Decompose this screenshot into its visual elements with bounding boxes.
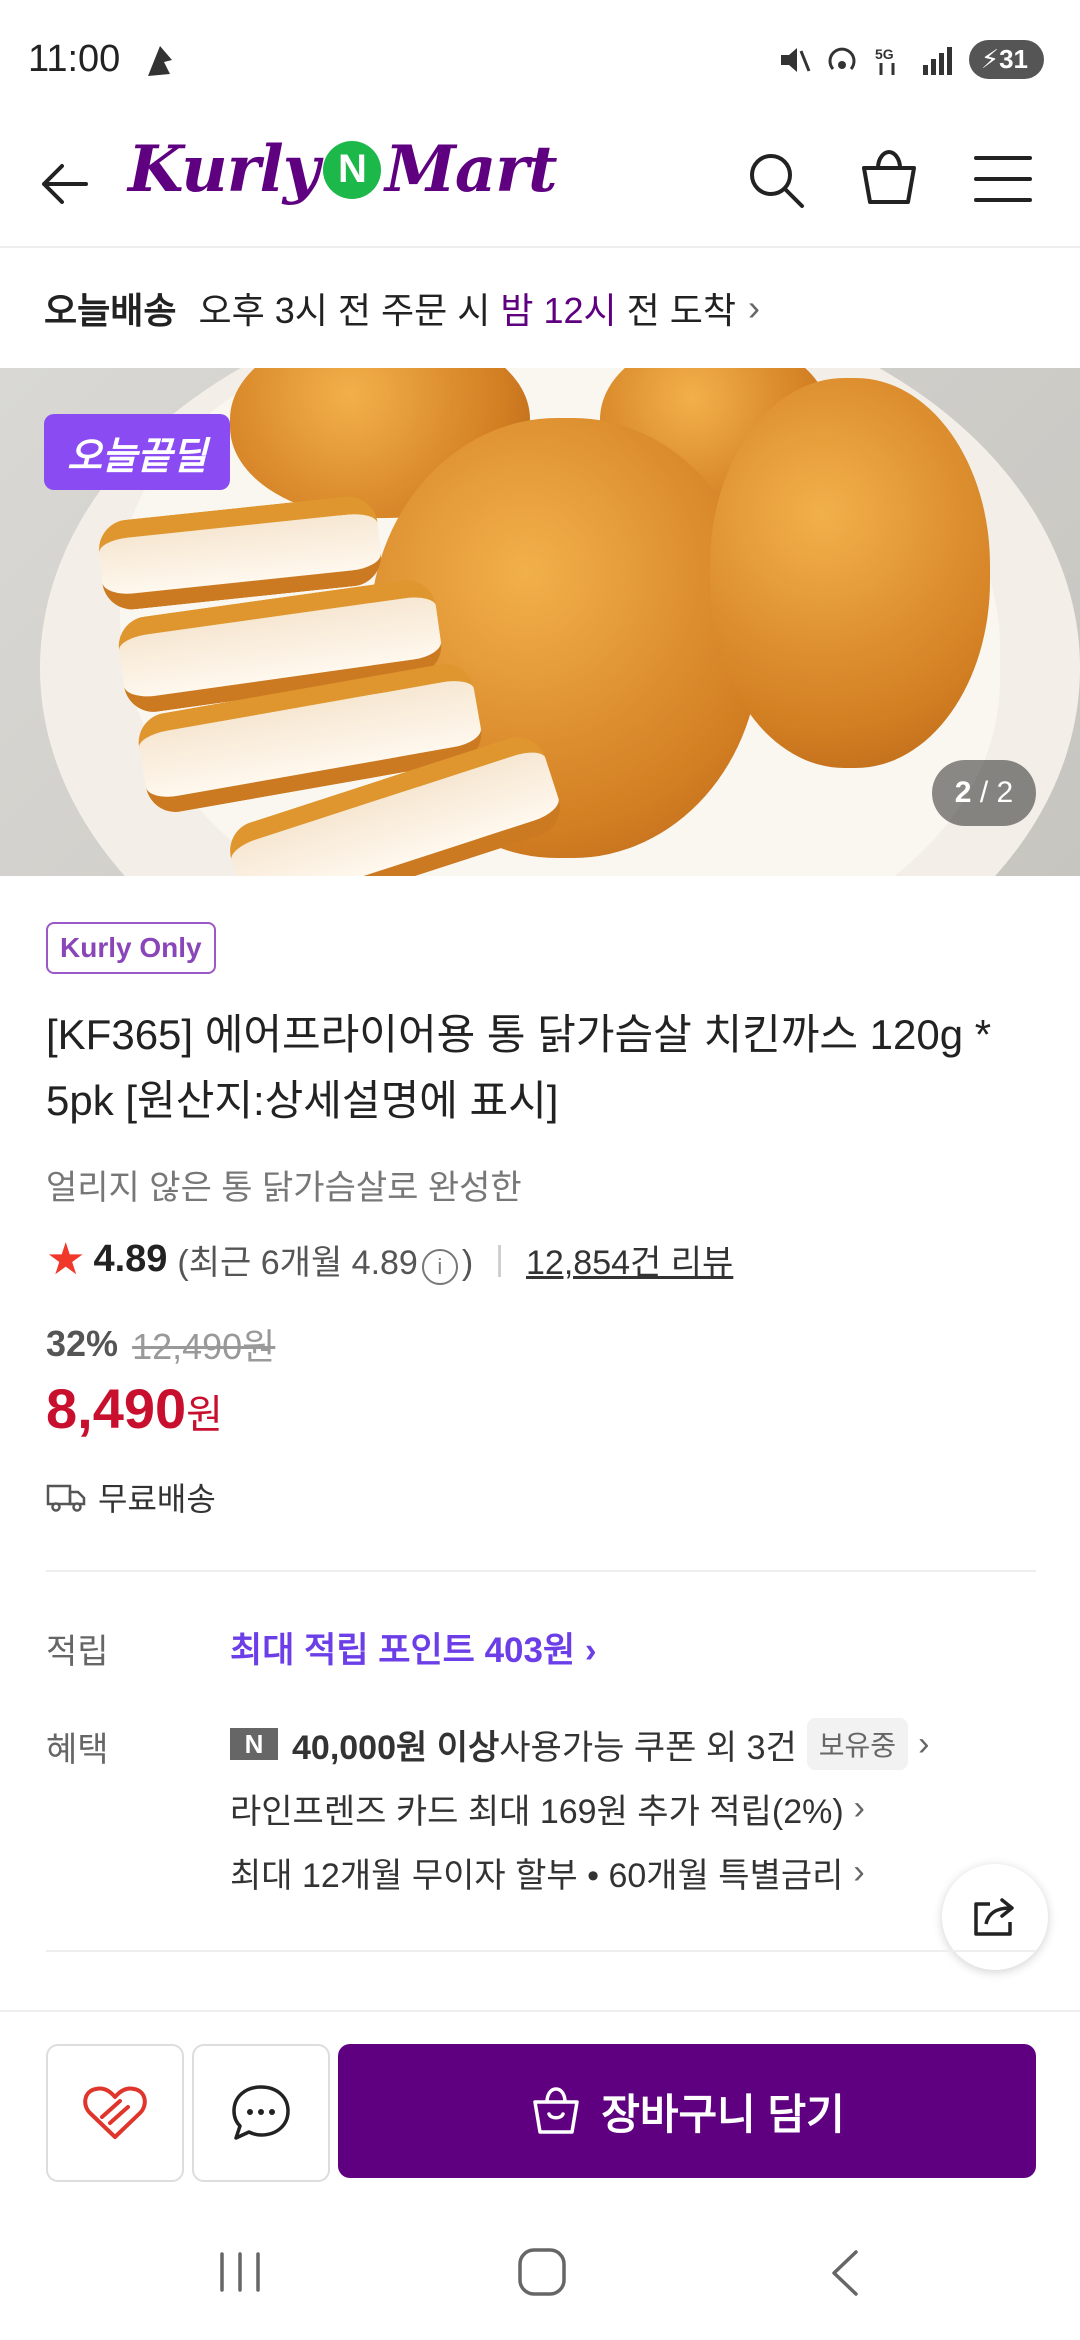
app-header: Kurly N Mart	[0, 120, 1080, 248]
coupon-text: 사용가능 쿠폰 외 3건	[499, 1728, 797, 1767]
menu-icon[interactable]	[974, 154, 1032, 204]
status-icons: 5G ⚡31	[777, 40, 1044, 79]
product-subtitle: 얼리지 않은 통 닭가슴살로 완성한	[46, 1169, 522, 1207]
original-price: 12,490원	[132, 1326, 276, 1367]
add-to-cart-button[interactable]: 장바구니 담기	[338, 2044, 1036, 2178]
wishlist-button[interactable]	[46, 2044, 184, 2182]
chevron-right-icon: ›	[748, 287, 761, 328]
today-deal-badge: 오늘끝딜	[44, 414, 230, 490]
chat-bubble-icon	[232, 2085, 290, 2140]
max-points-link[interactable]: 최대 적립 포인트 403원 ›	[230, 1622, 597, 1673]
installment-benefit[interactable]: 최대 12개월 무이자 할부 • 60개월 특별금리 ›	[230, 1848, 865, 1897]
svg-text:5G: 5G	[875, 46, 894, 62]
shipping-text: 무료배송	[98, 1481, 216, 1517]
card-benefit-text: 라인프렌즈 카드 최대 169원 추가 적립(2%)	[230, 1793, 844, 1831]
cutlet-illustration	[710, 378, 990, 768]
chevron-right-icon: ›	[918, 1724, 930, 1763]
status-bar: 11:00 5G ⚡31	[0, 0, 1080, 120]
chevron-right-icon: ›	[853, 1853, 865, 1891]
bottom-action-bar: 장바구니 담기	[0, 2010, 1080, 2202]
image-counter: 2 / 2	[932, 760, 1036, 826]
mute-icon	[780, 47, 811, 72]
add-to-cart-label: 장바구니 담기	[601, 2090, 845, 2138]
delivery-text: 오후 3시 전 주문 시 밤 12시 전 도착	[198, 290, 737, 331]
discount-rate: 32%	[46, 1323, 119, 1364]
cart-icon[interactable]	[858, 148, 920, 210]
recent-apps-icon[interactable]	[216, 2250, 266, 2294]
5g-icon: 5G	[875, 46, 895, 75]
discount-row: 32% 12,490원	[46, 1318, 275, 1370]
inquiry-button[interactable]	[192, 2044, 330, 2182]
kurly-mart-logo[interactable]: Kurly N Mart	[128, 132, 558, 207]
reviews-link[interactable]: 12,854건 리뷰	[526, 1235, 733, 1284]
kurly-only-tag: Kurly Only	[46, 922, 216, 974]
star-icon: ★	[46, 1235, 86, 1284]
delivery-banner[interactable]: 오늘배송 오후 3시 전 주문 시 밤 12시 전 도착 ›	[0, 248, 1080, 368]
rewards-label: 적립	[46, 1633, 109, 1671]
coupon-benefit[interactable]: N 40,000원 이상 사용가능 쿠폰 외 3건 보유중 ›	[230, 1718, 929, 1770]
hotspot-icon	[828, 47, 856, 70]
owned-badge: 보유중	[806, 1718, 909, 1770]
sale-price: 8,490원	[46, 1377, 223, 1440]
card-benefit[interactable]: 라인프렌즈 카드 최대 169원 추가 적립(2%) ›	[230, 1784, 865, 1833]
status-time: 11:00	[28, 38, 121, 80]
coupon-threshold: 40,000원 이상	[292, 1728, 500, 1767]
chevron-right-icon: ›	[853, 1789, 865, 1827]
home-icon[interactable]	[516, 2246, 568, 2298]
battery-indicator: ⚡31	[968, 40, 1044, 79]
back-nav-icon[interactable]	[826, 2248, 866, 2298]
signal-icon	[922, 46, 952, 75]
rating-score: 4.89	[93, 1238, 168, 1280]
share-button[interactable]	[942, 1864, 1048, 1970]
info-icon[interactable]: i	[421, 1248, 458, 1285]
system-nav-bar	[0, 2200, 1080, 2340]
installment-text: 최대 12개월 무이자 할부 • 60개월 특별금리	[230, 1857, 844, 1895]
divider	[46, 1570, 1036, 1572]
divider	[46, 1950, 1036, 1952]
rating-row: ★ 4.89 (최근 6개월 4.89 i) | 12,854건 리뷰	[46, 1234, 733, 1285]
benefits-label: 혜택	[46, 1731, 109, 1769]
back-arrow-icon[interactable]	[40, 162, 90, 206]
product-title: [KF365] 에어프라이어용 통 닭가슴살 치킨까스 120g * 5pk […	[46, 1011, 992, 1124]
shopping-bag-icon	[533, 2087, 579, 2134]
delivery-truck-icon	[46, 1484, 86, 1512]
shipping-info: 무료배송	[46, 1474, 216, 1520]
search-icon[interactable]	[746, 150, 806, 210]
heart-icon	[83, 2086, 147, 2139]
separator: |	[495, 1240, 505, 1278]
n-coupon-icon: N	[230, 1728, 278, 1760]
delivery-label: 오늘배송	[44, 290, 177, 331]
share-icon	[974, 1898, 1014, 1936]
app-notification-icon	[148, 46, 172, 76]
rating-recent: (최근 6개월 4.89 i)	[177, 1235, 473, 1285]
